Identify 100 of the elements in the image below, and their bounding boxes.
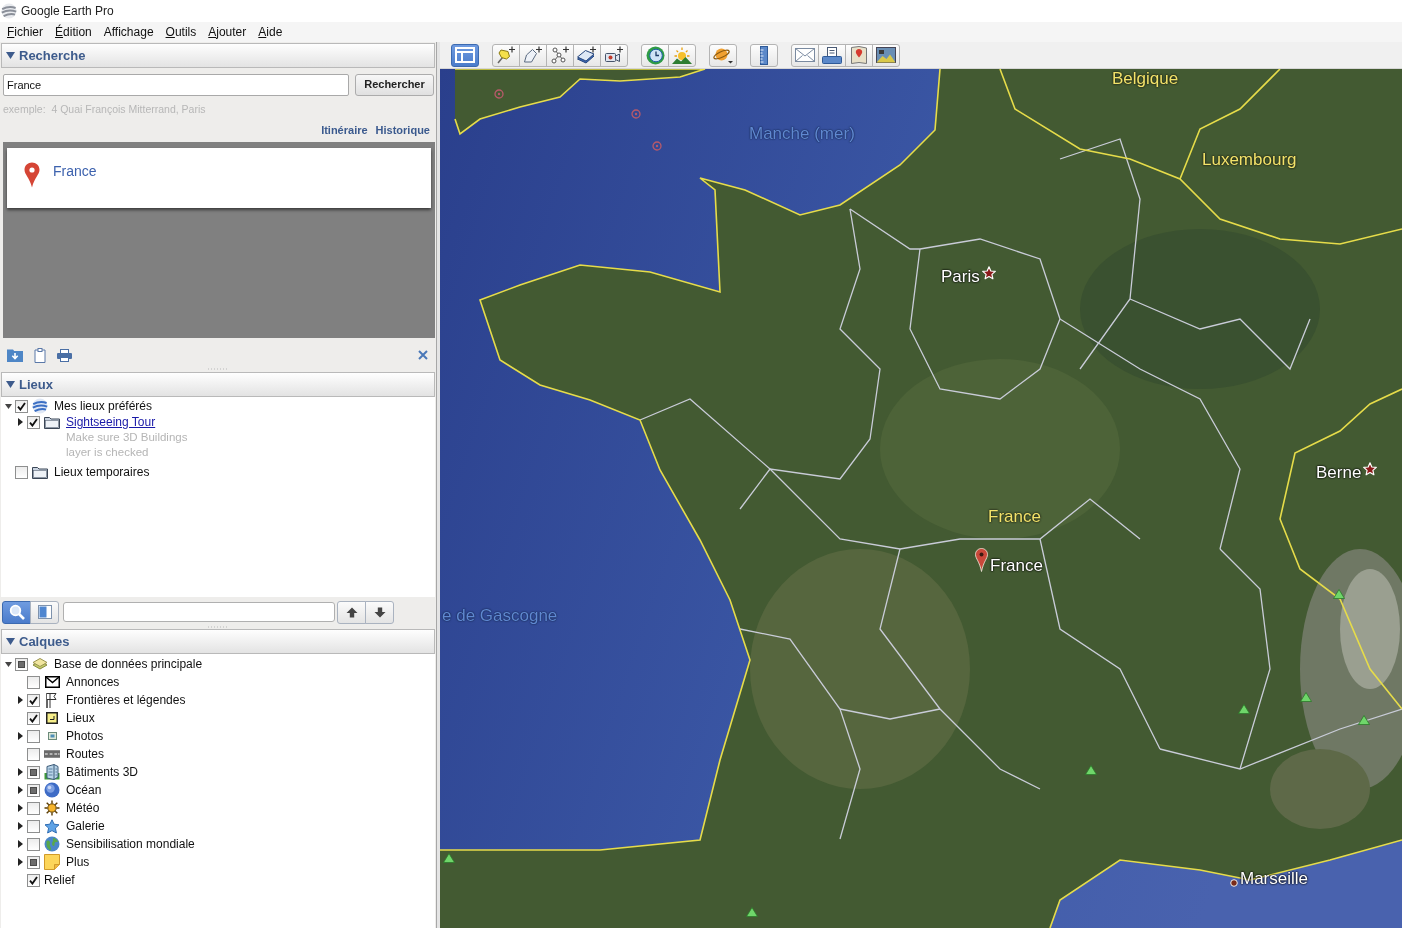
triangle-marker-icon[interactable] (1358, 715, 1370, 725)
triangle-marker-icon[interactable] (1085, 765, 1097, 775)
caret-icon[interactable] (17, 418, 23, 426)
polygon-button[interactable] (519, 43, 547, 67)
planet-button[interactable] (709, 43, 737, 67)
history-button[interactable] (641, 43, 669, 67)
window-title: Google Earth Pro (21, 3, 114, 19)
sunlight-button[interactable] (668, 43, 696, 67)
close-icon[interactable] (418, 350, 428, 360)
search-button[interactable]: Rechercher (355, 74, 434, 96)
tree-item-label[interactable]: Base de données principale (54, 656, 203, 672)
clipboard-icon[interactable] (34, 347, 46, 363)
tree-item-label[interactable]: Relief (44, 872, 75, 888)
checkbox[interactable] (27, 801, 40, 815)
triangle-marker-icon[interactable] (1238, 704, 1250, 714)
polygon-plus-icon (523, 46, 543, 64)
tree-item-label[interactable]: Bâtiments 3D (66, 764, 139, 780)
caret-icon[interactable] (17, 858, 23, 866)
flag-icon (45, 692, 59, 708)
print-button[interactable] (818, 43, 846, 67)
triangle-marker-icon[interactable] (746, 907, 758, 917)
menu-item[interactable]: Fichier (1, 22, 50, 42)
caret-icon[interactable] (17, 732, 23, 740)
sun-icon (44, 800, 60, 816)
triangle-marker-icon[interactable] (443, 853, 455, 863)
triangle-marker-icon[interactable] (1300, 692, 1312, 702)
folder-arrow-icon[interactable] (7, 348, 23, 362)
email-button[interactable] (791, 43, 819, 67)
checkbox[interactable] (27, 415, 40, 429)
caret-icon[interactable] (17, 804, 23, 812)
section-header[interactable]: Lieux (1, 372, 435, 397)
checkbox[interactable] (15, 399, 28, 413)
sticky-note-icon (44, 854, 60, 870)
checkbox[interactable] (27, 675, 40, 689)
caret-icon[interactable] (17, 840, 23, 848)
checkbox[interactable] (15, 465, 28, 479)
ring-marker-icon[interactable] (631, 109, 641, 119)
ring-marker-icon[interactable] (494, 89, 504, 99)
caret-icon[interactable] (17, 786, 23, 794)
menu-item[interactable]: Ajouter (202, 22, 253, 42)
ring-marker-icon[interactable] (652, 141, 662, 151)
menu-item[interactable]: Outils (159, 22, 203, 42)
path-button[interactable] (546, 43, 574, 67)
overlay-button[interactable] (573, 43, 601, 67)
maps-button[interactable] (845, 43, 873, 67)
path-plus-icon (550, 46, 570, 64)
checkbox[interactable] (27, 711, 40, 725)
section-header[interactable]: Calques (1, 629, 435, 654)
star-icon[interactable] (981, 266, 996, 280)
panel-link[interactable]: Historique (375, 123, 430, 137)
tree-item-label[interactable]: Routes (66, 746, 105, 762)
checkbox[interactable] (27, 819, 40, 833)
tour-button[interactable] (600, 43, 628, 67)
ruler-button[interactable] (750, 43, 778, 67)
placemark-button[interactable] (492, 43, 520, 67)
caret-icon[interactable] (17, 768, 23, 776)
save-image-button[interactable] (872, 43, 900, 67)
pin-icon[interactable] (975, 548, 988, 572)
checkbox[interactable] (27, 837, 40, 851)
tree-item-label[interactable]: Météo (66, 800, 100, 816)
caret-icon[interactable] (4, 403, 12, 409)
caret-icon[interactable] (17, 696, 23, 704)
panel-toggle-button[interactable] (30, 600, 59, 624)
caret-icon[interactable] (4, 661, 12, 667)
tree-item-label[interactable]: Lieux (66, 710, 95, 726)
checkbox[interactable] (27, 729, 40, 743)
star-icon[interactable] (1363, 462, 1378, 476)
panel-link[interactable]: Itinéraire (321, 123, 368, 137)
tree-item-label[interactable]: Mes lieux préférés (54, 398, 153, 414)
tree-item-label[interactable]: Galerie (66, 818, 105, 834)
tree-item-label[interactable]: Océan (66, 782, 102, 798)
search-icon (8, 604, 25, 620)
menu-item[interactable]: Aide (252, 22, 289, 42)
tree-item-link[interactable]: Sightseeing Tour (66, 414, 156, 430)
caret-icon[interactable] (17, 822, 23, 830)
layer-search-field[interactable] (63, 602, 335, 622)
map-label: Paris (941, 267, 980, 287)
sidebar-button[interactable] (451, 43, 479, 67)
section-header[interactable]: Recherche (1, 43, 435, 68)
checkbox[interactable] (27, 873, 40, 887)
tree-item-label[interactable]: Frontières et légendes (66, 692, 186, 708)
checkbox[interactable] (27, 747, 40, 761)
search-result[interactable]: France (7, 148, 431, 208)
next-button[interactable] (365, 600, 394, 624)
search-toggle-button[interactable] (2, 600, 31, 624)
printer-icon[interactable] (57, 348, 72, 362)
previous-button[interactable] (337, 600, 366, 624)
tree-item-label[interactable]: Plus (66, 854, 90, 870)
tree-item-label[interactable]: Annonces (66, 674, 120, 690)
square-marker-icon (46, 712, 58, 724)
globe-swirl-icon (32, 398, 48, 414)
search-field[interactable]: France (3, 74, 349, 96)
checkbox[interactable] (27, 693, 40, 707)
triangle-marker-icon[interactable] (1333, 589, 1345, 599)
city-dot-icon[interactable] (1230, 879, 1238, 887)
menu-item[interactable]: Édition (49, 22, 98, 42)
menu-item[interactable]: Affichage (97, 22, 160, 42)
tree-item-label[interactable]: Photos (66, 728, 104, 744)
tree-item-label[interactable]: Lieux temporaires (54, 464, 150, 480)
tree-item-label[interactable]: Sensibilisation mondiale (66, 836, 195, 852)
